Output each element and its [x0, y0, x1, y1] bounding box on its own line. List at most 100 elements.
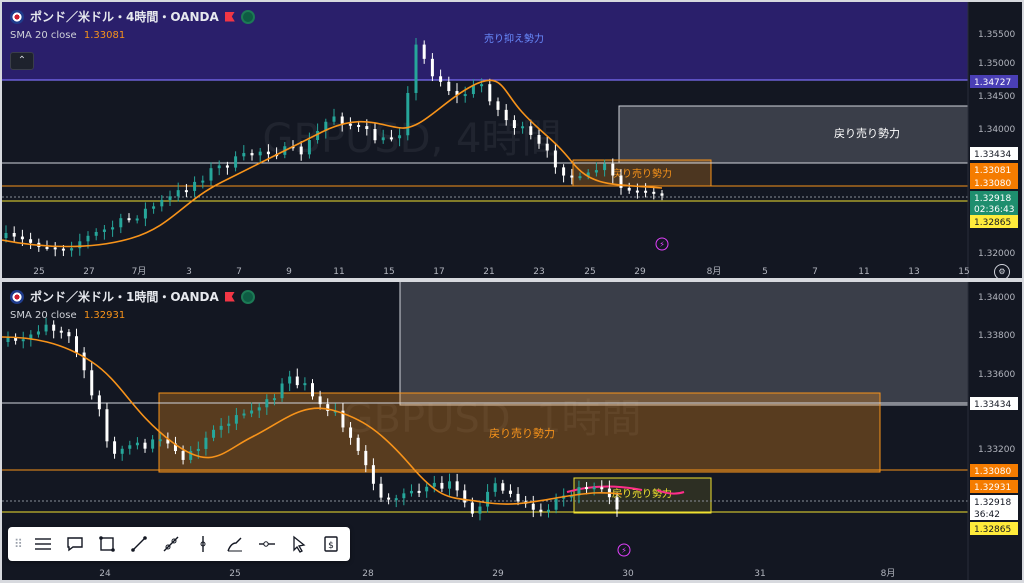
candle-body — [365, 126, 369, 130]
candle-body — [493, 483, 497, 492]
candle-body — [20, 236, 24, 240]
candle-body — [379, 483, 383, 498]
price-label: 1.34500 — [978, 92, 1015, 102]
rectangle-icon[interactable] — [94, 531, 120, 557]
candle-body — [151, 439, 155, 449]
candle-body — [603, 163, 607, 171]
trendline-icon[interactable] — [126, 531, 152, 557]
candle-body — [272, 398, 276, 401]
time-label: 7 — [236, 267, 242, 277]
candle-body — [501, 483, 505, 491]
time-label: 23 — [533, 267, 544, 277]
red-flag-icon[interactable] — [224, 291, 235, 302]
candle-body — [546, 509, 550, 512]
candle-body — [340, 116, 344, 124]
candle-body — [512, 120, 516, 129]
candle-body — [303, 383, 307, 386]
candle-body — [414, 44, 418, 93]
candle-body — [193, 181, 197, 191]
price-tag-label: 1.34727 — [974, 78, 1011, 88]
time-label: 15 — [958, 267, 969, 277]
time-label: 15 — [383, 267, 394, 277]
indicator-legend[interactable]: SMA 20 close 1.33081 — [10, 30, 125, 41]
price-axis — [968, 282, 1022, 580]
candle-body — [44, 324, 48, 332]
candle-body — [430, 58, 434, 77]
price-range-icon[interactable]: $ — [318, 531, 344, 557]
channel-icon[interactable] — [158, 531, 184, 557]
time-label: 8月 — [881, 568, 896, 579]
settings-icon[interactable]: ⚙ — [994, 264, 1010, 278]
time-label: 9 — [286, 267, 292, 277]
candle-body — [288, 376, 292, 384]
candle-body — [196, 448, 200, 451]
candle-body — [299, 146, 303, 155]
candle-body — [356, 437, 360, 451]
candle-body — [204, 437, 208, 449]
candle-body — [127, 218, 131, 221]
red-flag-icon[interactable] — [224, 11, 235, 22]
gray-zone — [618, 105, 970, 164]
chart-pane-4h[interactable]: 売り抑え勢力 GBPUSD, 4時間 戻り売り勢力 戻り売り勢力 ⚡ 1.35500 1.3… — [2, 2, 1022, 278]
candle-body — [455, 481, 459, 491]
candle-body — [554, 498, 558, 510]
price-tag-label: 36:42 — [974, 510, 1000, 520]
drawing-toolbar[interactable]: ⠿ $ — [8, 527, 350, 561]
candle-body — [280, 383, 284, 399]
time-label: 5 — [762, 267, 768, 277]
candle-body — [553, 150, 557, 168]
price-tag-label: 1.33434 — [974, 150, 1011, 160]
time-label: 31 — [754, 569, 765, 579]
market-open-icon — [240, 289, 255, 304]
candle-body — [212, 429, 216, 438]
candle-body — [417, 490, 421, 493]
price-label: 1.33200 — [978, 445, 1015, 455]
brush-icon[interactable] — [222, 531, 248, 557]
candle-body — [311, 383, 314, 397]
candle-body — [508, 490, 512, 494]
chart-canvas-4h[interactable]: 売り抑え勢力GBPUSD, 4時間 戻り売り勢力戻り売り勢力⚡1.355001.3… — [2, 2, 1022, 278]
lines-icon[interactable] — [30, 531, 56, 557]
candle-body — [611, 163, 615, 176]
gray-zone — [399, 282, 969, 406]
annotation-text: 売り抑え勢力 — [484, 32, 544, 45]
candle-body — [52, 324, 56, 331]
candle-body — [265, 399, 269, 408]
chart-pane-1h[interactable]: GBPUSD, 1時間戻り売り勢力戻り売り勢力⚡1.340001.338001.… — [2, 282, 1022, 580]
price-tag-label: 1.33080 — [974, 179, 1011, 189]
candle-body — [295, 376, 299, 386]
candle-body — [250, 410, 254, 414]
candle-body — [496, 101, 500, 110]
candle-body — [209, 168, 213, 181]
candle-body — [463, 490, 467, 503]
price-tag-label: 1.32865 — [974, 218, 1011, 228]
candle-body — [357, 124, 361, 127]
symbol-header[interactable]: ポンド／米ドル・1時間・OANDA — [10, 288, 255, 305]
price-tag-label: 1.32931 — [974, 483, 1011, 493]
horizontal-ray-icon[interactable] — [254, 531, 280, 557]
candle-body — [318, 396, 322, 405]
collapse-legend-button[interactable]: ⌃ — [10, 52, 34, 70]
candle-body — [486, 491, 490, 507]
drag-handle-icon[interactable]: ⠿ — [14, 537, 24, 551]
symbol-title[interactable]: ポンド／米ドル・4時間・OANDA — [30, 8, 219, 25]
candle-body — [82, 352, 86, 371]
time-label: 13 — [908, 267, 919, 277]
symbol-title[interactable]: ポンド／米ドル・1時間・OANDA — [30, 288, 219, 305]
indicator-name: SMA 20 close — [10, 310, 77, 321]
candle-body — [529, 126, 533, 135]
candle-body — [348, 123, 352, 126]
candle-body — [152, 206, 156, 209]
price-label: 1.33600 — [978, 370, 1015, 380]
candle-body — [516, 493, 520, 502]
candle-body — [539, 509, 543, 512]
comment-icon[interactable] — [62, 531, 88, 557]
candle-body — [90, 370, 94, 396]
symbol-header[interactable]: ポンド／米ドル・4時間・OANDA — [10, 8, 255, 25]
cursor-icon[interactable] — [286, 531, 312, 557]
vertical-line-icon[interactable] — [190, 531, 216, 557]
indicator-legend[interactable]: SMA 20 close 1.32931 — [10, 310, 125, 321]
annotation-text: 戻り売り勢力 — [834, 126, 900, 140]
price-tag-label: 1.33434 — [974, 400, 1011, 410]
candle-body — [373, 129, 377, 141]
